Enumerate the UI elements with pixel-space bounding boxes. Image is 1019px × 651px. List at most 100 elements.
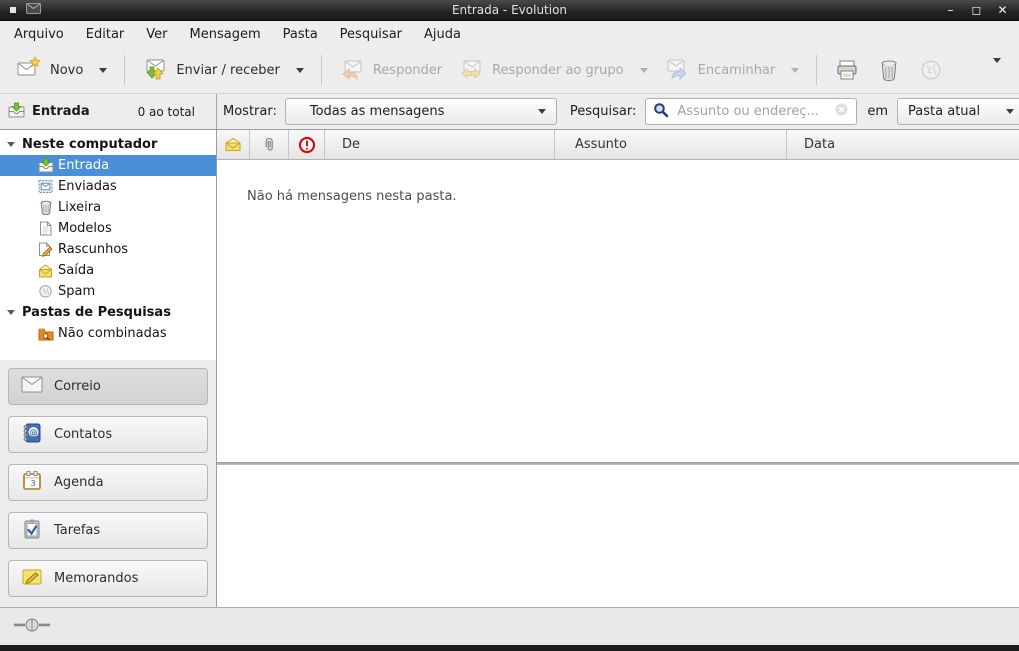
close-button[interactable]: ✕ [996,4,1009,16]
switcher-tarefas-button[interactable]: Tarefas [8,512,208,549]
toolbar-separator [321,55,322,85]
forward-icon [664,55,690,85]
show-filter-dropdown[interactable]: Todas as mensagens [285,98,557,125]
sidebar: Neste computador Entrada [0,130,217,607]
clear-search-icon[interactable] [834,102,849,121]
search-box[interactable] [645,98,857,125]
toolbar-overflow-button[interactable] [983,57,1011,84]
print-button[interactable] [826,52,868,88]
column-assunto[interactable]: Assunto [555,130,787,159]
column-de[interactable]: De [325,130,555,159]
delete-button[interactable] [868,52,910,88]
sidebar-item-lixeira[interactable]: Lixeira [0,197,216,218]
sidebar-item-modelos[interactable]: Modelos [0,218,216,239]
folder-label: Modelos [58,221,112,236]
junk-icon [918,57,944,83]
folder-group-local[interactable]: Neste computador [0,134,216,155]
titlebar[interactable]: Entrada - Evolution – ◻ ✕ [0,0,1019,21]
reply-all-button[interactable]: Responder ao grupo [450,50,656,90]
trash-icon [876,57,902,83]
menubar: Arquivo Editar Ver Mensagem Pasta Pesqui… [0,21,1019,47]
switcher-memorandos-button[interactable]: Memorandos [8,560,208,597]
menu-ver[interactable]: Ver [135,23,178,46]
sent-icon [37,179,54,194]
toolbar: Novo Enviar / receber [0,47,1019,93]
minimize-button[interactable]: – [944,4,957,16]
switcher-correio-button[interactable]: Correio [8,368,208,405]
toolbar-separator [124,55,125,85]
sidebar-item-spam[interactable]: Spam [0,281,216,302]
sidebar-item-nao-combinadas[interactable]: Não combinadas [0,323,216,344]
show-label: Mostrar: [223,104,277,119]
calendar-icon: 3 [21,470,43,496]
sidebar-item-rascunhos[interactable]: Rascunhos [0,239,216,260]
important-icon [298,136,316,154]
online-status-icon[interactable] [13,617,51,637]
maximize-button[interactable]: ◻ [970,4,983,16]
folder-label: Rascunhos [58,242,128,257]
folder-tree: Neste computador Entrada [0,130,216,360]
menu-editar[interactable]: Editar [75,23,136,46]
folder-label: Spam [58,284,95,299]
chevron-down-icon[interactable] [99,68,107,73]
menu-pasta[interactable]: Pasta [272,23,329,46]
switcher-label: Tarefas [54,523,100,538]
tasks-icon [21,518,43,544]
sidebar-item-saida[interactable]: Saída [0,260,216,281]
folder-label: Saída [58,263,94,278]
sidebar-item-enviadas[interactable]: Enviadas [0,176,216,197]
outbox-icon [37,264,54,278]
window-menu-icon[interactable] [10,7,16,13]
paperclip-icon [260,136,278,154]
sidebar-item-entrada[interactable]: Entrada [0,155,216,176]
expander-icon[interactable] [7,142,15,147]
new-mail-icon [16,55,42,85]
switcher-agenda-button[interactable]: 3 Agenda [8,464,208,501]
column-label: Assunto [575,137,627,152]
expander-icon[interactable] [7,310,15,315]
inbox-icon [8,102,25,122]
printer-icon [834,57,860,83]
chevron-down-icon[interactable] [791,68,799,73]
new-label: Novo [50,63,83,78]
search-folder-icon [37,327,54,341]
contacts-icon: @ [21,422,43,448]
reply-button[interactable]: Responder [331,50,450,90]
message-list-header: De Assunto Data [217,130,1019,160]
chevron-down-icon [1006,109,1014,114]
column-priority[interactable] [289,130,325,159]
menu-mensagem[interactable]: Mensagem [179,23,272,46]
search-icon [653,102,669,122]
desktop-edge [0,645,1019,651]
switcher-label: Agenda [54,475,104,490]
menu-ajuda[interactable]: Ajuda [413,23,472,46]
column-attachment[interactable] [250,130,289,159]
menu-pesquisar[interactable]: Pesquisar [329,23,413,46]
search-scope-dropdown[interactable]: Pasta atual [897,98,1019,125]
switcher-label: Contatos [54,427,112,442]
search-input[interactable] [675,103,828,120]
junk-button[interactable] [910,52,952,88]
switcher-contatos-button[interactable]: @ Contatos [8,416,208,453]
in-label: em [867,104,888,119]
folder-group-search[interactable]: Pastas de Pesquisas [0,302,216,323]
junk-icon [37,284,54,299]
current-folder-header: Entrada 0 ao total [0,94,217,129]
forward-button[interactable]: Encaminhar [656,50,808,90]
chevron-down-icon[interactable] [296,68,304,73]
column-status[interactable] [217,130,250,159]
folder-title: Entrada [32,104,90,119]
view-switcher: Correio @ Contatos [0,360,216,607]
window-title: Entrada - Evolution [0,3,1019,17]
send-receive-button[interactable]: Enviar / receber [134,50,312,90]
new-message-button[interactable]: Novo [8,50,115,90]
memos-icon [21,567,43,591]
menu-arquivo[interactable]: Arquivo [3,23,75,46]
folder-group-label: Neste computador [22,137,157,152]
templates-icon [37,221,54,236]
column-data[interactable]: Data [787,130,1019,159]
search-scope-value: Pasta atual [908,104,980,119]
toolbar-separator [816,55,817,85]
chevron-down-icon[interactable] [640,68,648,73]
message-list[interactable]: Não há mensagens nesta pasta. [217,160,1019,462]
